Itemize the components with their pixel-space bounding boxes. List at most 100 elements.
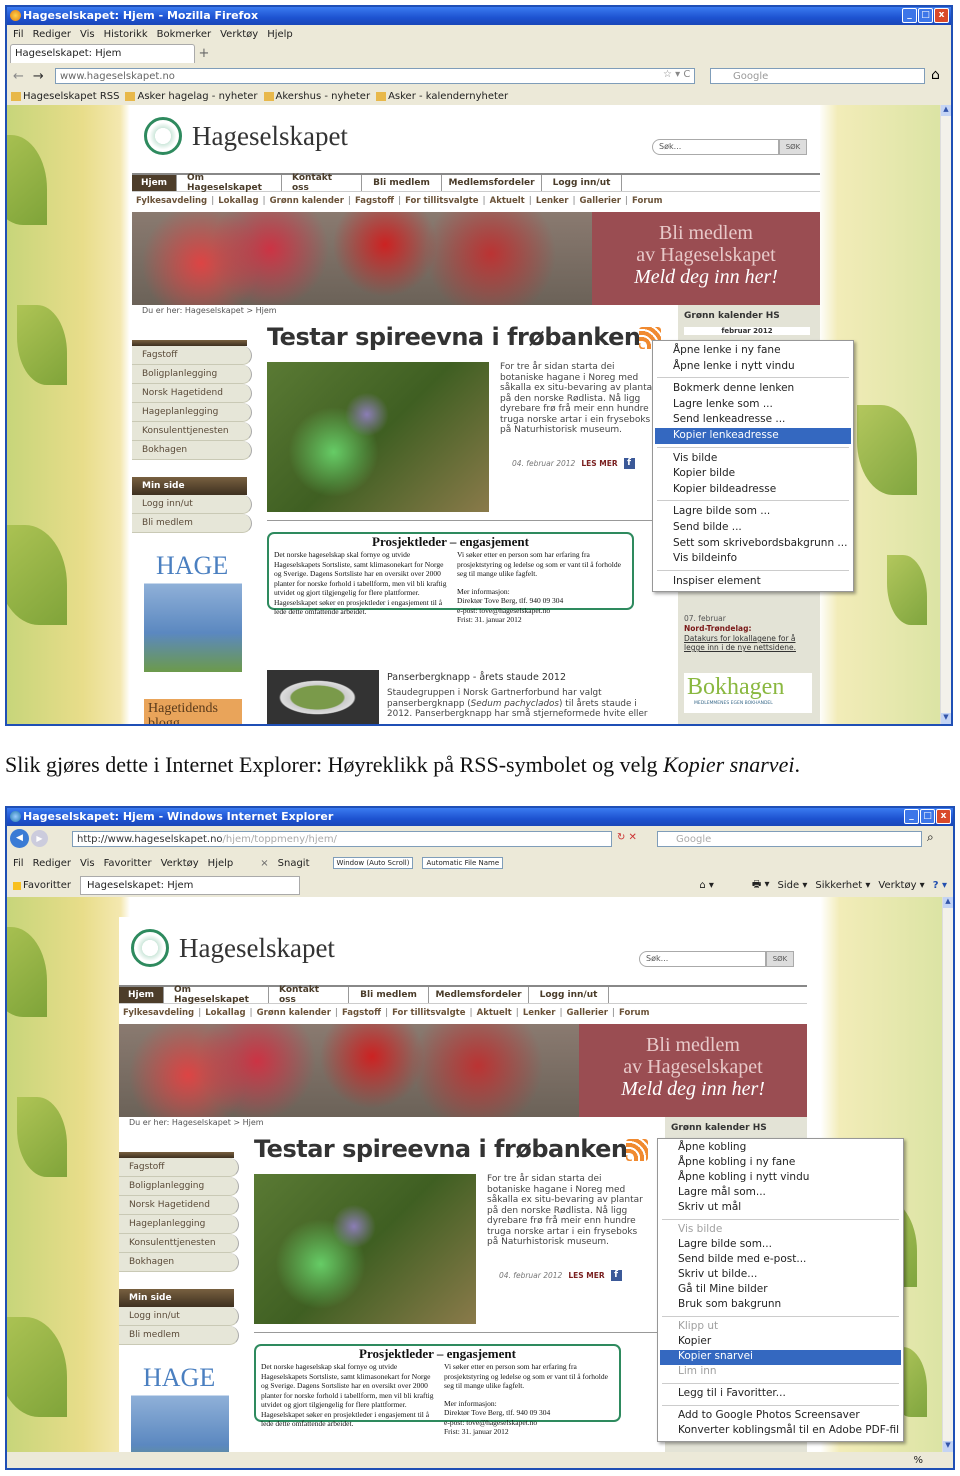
favorites-button[interactable]: Favoritter [13, 880, 71, 891]
sub-nav-item[interactable]: Fagstoff [342, 1008, 381, 1018]
menu-item[interactable]: Favoritter [104, 858, 152, 869]
join-promo[interactable]: Bli medlem av Hageselskapet Meld deg inn h… [592, 212, 820, 305]
context-menu-item[interactable]: Åpne kobling [660, 1141, 901, 1156]
context-menu-item[interactable]: Legg til i Favoritter... [660, 1387, 901, 1402]
browser-tab[interactable]: Hageselskapet: Hjem [80, 876, 300, 895]
context-menu-item[interactable]: Åpne kobling i nytt vindu [660, 1171, 901, 1186]
context-menu-item[interactable]: Lagre bilde som... [660, 1238, 901, 1253]
read-more-link[interactable]: LES MER [568, 1271, 604, 1280]
bokhagen-logo[interactable]: Bokhagen MEDLEMMENES EGEN BOKHANDEL [684, 673, 812, 713]
site-search-input[interactable]: Søk... [652, 139, 779, 155]
site-logo-icon[interactable] [144, 117, 182, 155]
context-menu-item[interactable]: Kopier bildeadresse [655, 482, 851, 498]
min-side-item[interactable]: Bli medlem [119, 1326, 239, 1345]
nav-item[interactable]: Hjem [119, 987, 164, 1003]
item2-title[interactable]: Panserbergknapp - årets staude 2012 [387, 672, 566, 683]
blog-banner[interactable]: Hagetidends blogg [144, 699, 242, 724]
back-button[interactable]: ← [13, 69, 24, 84]
nav-item[interactable]: Logg inn/ut [542, 175, 622, 191]
menu-item[interactable]: Verktøy [161, 858, 199, 869]
context-menu-item[interactable]: Send bilde ... [655, 520, 851, 536]
sidebar-item[interactable]: Fagstoff [119, 1158, 239, 1177]
command-button[interactable]: Side ▾ [778, 880, 808, 891]
forward-button[interactable]: ▶ [31, 830, 48, 847]
facebook-icon[interactable]: f [610, 1270, 622, 1281]
print-icon[interactable]: 🖶 ▾ [752, 877, 770, 894]
context-menu-item[interactable]: Kopier lenkeadresse [655, 427, 851, 444]
menu-item[interactable]: Vis [80, 29, 95, 40]
sub-nav-item[interactable]: For tillitsvalgte [405, 196, 478, 206]
sidebar-item[interactable]: Hageplanlegging [119, 1215, 239, 1234]
zoom-level[interactable]: % [913, 1455, 923, 1466]
item2-image[interactable] [267, 670, 379, 724]
scroll-up[interactable]: ▲ [941, 105, 951, 116]
sub-nav-item[interactable]: For tillitsvalgte [392, 1008, 465, 1018]
maximize-button[interactable]: □ [920, 809, 935, 824]
context-menu-item[interactable]: Kopier bilde [655, 466, 851, 482]
url-bar[interactable]: www.hageselskapet.no [55, 68, 695, 84]
menu-item[interactable]: Historikk [104, 29, 148, 40]
site-search-input[interactable]: Søk... [639, 951, 766, 967]
nav-item[interactable]: Kontakt oss [282, 173, 362, 193]
command-button[interactable]: Verktøy ▾ [878, 880, 924, 891]
sub-nav-item[interactable]: Grønn kalender [270, 196, 344, 206]
minimize-button[interactable]: _ [902, 8, 917, 23]
sub-nav-item[interactable]: Forum [619, 1008, 649, 1018]
nav-item[interactable]: Medlemsfordeler [429, 987, 529, 1003]
bookmark-item[interactable]: Asker - kalendernyheter [376, 91, 508, 102]
help-button[interactable]: ? ▾ [933, 880, 947, 891]
context-menu-item[interactable]: Sett som skrivebordsbakgrunn ... [655, 536, 851, 552]
site-logo-text[interactable]: Hageselskapet [179, 933, 335, 964]
nav-item[interactable]: Om Hageselskapet [164, 985, 269, 1005]
scroll-up[interactable]: ▲ [943, 897, 953, 908]
sidebar-item[interactable]: Bokhagen [132, 441, 252, 460]
sub-nav-item[interactable]: Fylkesavdeling [123, 1008, 194, 1018]
magazine-cover[interactable]: HAGE [131, 1357, 229, 1452]
search-bar[interactable]: Google [657, 831, 922, 847]
site-logo-text[interactable]: Hageselskapet [192, 121, 348, 152]
sub-nav-item[interactable]: Grønn kalender [257, 1008, 331, 1018]
menu-item[interactable]: Verktøy [220, 29, 258, 40]
join-promo[interactable]: Bli medlem av Hageselskapet Meld deg inn h… [579, 1024, 807, 1117]
scroll-down[interactable]: ▼ [943, 1441, 953, 1452]
scroll-down[interactable]: ▼ [941, 713, 951, 724]
home-button[interactable]: ⌂ [931, 67, 940, 83]
job-ad[interactable]: Prosjektleder – engasjement Det norske ha… [254, 1344, 621, 1436]
nav-item[interactable]: Hjem [132, 175, 177, 191]
sidebar-item[interactable]: Norsk Hagetidend [119, 1196, 239, 1215]
snagit-mode-select[interactable]: Window (Auto Scroll) [332, 857, 414, 869]
context-menu-item[interactable]: Åpne lenke i ny fane [655, 343, 851, 359]
sub-nav-item[interactable]: Aktuelt [477, 1008, 512, 1018]
sub-nav-item[interactable]: Fagstoff [355, 196, 394, 206]
address-bar[interactable]: http://www.hageselskapet.no/hjem/toppmen… [72, 831, 612, 847]
new-tab-button[interactable]: + [195, 46, 213, 61]
promo-cta[interactable]: Meld deg inn her! [592, 266, 820, 288]
nav-item[interactable]: Om Hageselskapet [177, 173, 282, 193]
context-menu-item[interactable]: Lagre mål som... [660, 1186, 901, 1201]
context-menu-item[interactable]: Send bilde med e-post... [660, 1253, 901, 1268]
min-side-item[interactable]: Logg inn/ut [132, 495, 252, 514]
min-side-item[interactable]: Bli medlem [132, 514, 252, 533]
article-title[interactable]: Testar spireevna i frøbanken [254, 1135, 628, 1163]
article-image[interactable] [267, 362, 489, 512]
sidebar-item[interactable]: Konsulenttjenesten [119, 1234, 239, 1253]
bookmark-item[interactable]: Asker hagelag - nyheter [125, 91, 258, 102]
close-button[interactable]: x [936, 809, 951, 824]
sub-nav-item[interactable]: Lokallag [218, 196, 258, 206]
menu-item[interactable]: Bokmerker [157, 29, 211, 40]
rss-icon[interactable] [626, 1139, 648, 1161]
menu-item[interactable]: Rediger [33, 29, 71, 40]
context-menu-item[interactable]: Lagre lenke som ... [655, 397, 851, 413]
context-menu-item[interactable]: Gå til Mine bilder [660, 1283, 901, 1298]
job-ad[interactable]: Prosjektleder – engasjement Det norske ha… [267, 532, 634, 624]
refresh-stop-buttons[interactable]: ↻ ✕ [617, 832, 637, 843]
read-more-link[interactable]: LES MER [581, 459, 617, 468]
context-menu-item[interactable]: Kopier [660, 1335, 901, 1350]
article-image[interactable] [254, 1174, 476, 1324]
min-side-item[interactable]: Logg inn/ut [119, 1307, 239, 1326]
menu-item[interactable]: Fil [13, 858, 24, 869]
menu-item[interactable]: Vis [80, 858, 95, 869]
sub-nav-item[interactable]: Lokallag [205, 1008, 245, 1018]
snagit-button[interactable]: Snagit [278, 858, 310, 869]
vertical-scrollbar[interactable]: ▲ ▼ [940, 105, 951, 724]
